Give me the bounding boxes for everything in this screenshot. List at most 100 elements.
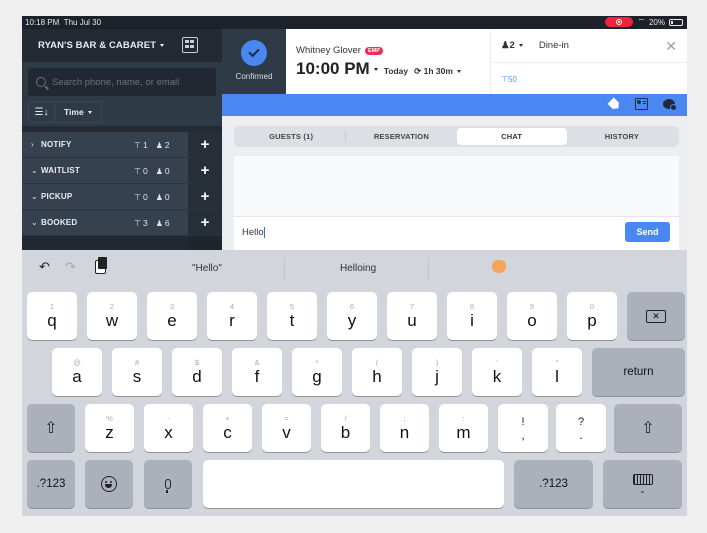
search-icon [36,77,46,87]
person-icon: ♟ [155,192,163,202]
shift-key-left[interactable]: ⇧ [27,404,75,452]
shift-icon: ⇧ [641,420,655,437]
key-c[interactable]: + c [203,404,252,452]
key-a[interactable]: @ a [52,348,102,396]
key-f[interactable]: & f [232,348,282,396]
shift-icon: ⇧ [44,420,58,437]
key-z[interactable]: % z [85,404,134,452]
space-key[interactable] [203,460,504,508]
key-k[interactable]: ' k [472,348,522,396]
suggestion-bar: ↶ ↷ "Hello" Helloing [22,250,687,288]
emp-badge: EMP [364,46,383,55]
key-h[interactable]: (h [352,348,402,396]
sort-field-dropdown[interactable]: Time [55,102,101,122]
sort-order-button[interactable]: ☰↓ [29,102,55,122]
key-j[interactable]: ) j [412,348,462,396]
ipad-screen: 10:18 PM Thu Jul 30 ⌔ 20% RYAN'S BAR & C… [22,16,687,516]
chat-messages [234,156,679,216]
table-assignment[interactable]: ⊤50 [491,63,687,84]
undo-icon[interactable]: ↶ [39,259,50,275]
table-icon: ⊤ [134,140,141,150]
venue-selector[interactable]: RYAN'S BAR & CABARET [38,40,165,51]
suggestion-2[interactable]: Helloing [340,263,376,274]
add-pickup-button[interactable]: + [188,184,222,209]
close-icon[interactable]: ✕ [665,38,677,55]
duration-selector[interactable]: ⟳ 1h 30m [414,66,461,77]
hide-keyboard-key[interactable]: ⌄ [603,460,682,508]
emoji-key[interactable] [85,460,133,508]
key-p[interactable]: 0p [567,292,617,340]
key-punct-0[interactable]: !, [498,404,548,452]
shift-key-right[interactable]: ⇧ [614,404,682,452]
key-punct-1[interactable]: ?. [556,404,606,452]
reservation-time[interactable]: 10:00 PM [296,59,378,79]
microphone-icon [165,479,171,493]
key-o[interactable]: 9o [507,292,557,340]
add-notify-button[interactable]: + [188,132,222,157]
key-x[interactable]: -x [144,404,193,452]
table-count: ⊤ 0 [134,165,148,176]
tab-guests[interactable]: GUESTS (1) [236,128,347,145]
text-cursor [263,227,265,238]
tag-icon[interactable] [607,97,621,111]
waving-hand-emoji-suggestion[interactable] [492,260,506,273]
person-icon: ♟ [155,166,163,176]
backspace-key[interactable]: ✕ [627,292,685,340]
key-s[interactable]: # s [112,348,162,396]
numbers-key-left[interactable]: .?123 [27,460,75,508]
tab-chat[interactable]: CHAT [456,128,567,145]
key-w[interactable]: 2w [87,292,137,340]
tab-history[interactable]: HISTORY [567,128,677,145]
key-m[interactable]: :m [439,404,488,452]
person-icon: ♟ [155,140,163,150]
dictation-key[interactable] [144,460,192,508]
caret-down-icon [456,70,461,74]
key-d[interactable]: $ d [172,348,222,396]
numbers-key-right[interactable]: .?123 [514,460,593,508]
key-v[interactable]: = v [262,404,311,452]
status-toggle[interactable]: Confirmed [222,29,286,94]
chevron-down-icon: ⌄ [639,485,646,495]
service-type[interactable]: Dine-in [539,40,569,51]
key-i[interactable]: 8i [447,292,497,340]
key-q[interactable]: 1q [27,292,77,340]
key-y[interactable]: 6y [327,292,377,340]
send-button[interactable]: Send [625,222,670,242]
key-g[interactable]: * g [292,348,342,396]
section-label: WAITLIST [41,166,80,175]
add-waitlist-button[interactable]: + [188,158,222,183]
return-key[interactable]: return [592,348,685,396]
on-screen-keyboard: ↶ ↷ "Hello" Helloing 1q2w3e4r5t6y7u8i9o0… [22,250,687,516]
chat-bubble-icon[interactable] [663,99,677,111]
search-input[interactable]: Search phone, name, or email [28,68,216,96]
key-n[interactable]: ; n [380,404,429,452]
party-size-selector[interactable]: ♟2 [501,40,523,51]
check-icon [241,40,267,66]
guest-count: ♟ 0 [155,165,170,176]
key-t[interactable]: 5t [267,292,317,340]
reservation-day[interactable]: Today [384,66,408,76]
sidebar-section-notify[interactable]: › NOTIFY ⊤ 1 ♟ 2 + [22,132,222,158]
sidebar-section-pickup[interactable]: ⌄ PICKUP ⊤ 0 ♟ 0 + [22,184,222,210]
key-u[interactable]: 7u [387,292,437,340]
key-r[interactable]: 4r [207,292,257,340]
section-label: NOTIFY [41,140,72,149]
chat-input[interactable]: Hello [242,227,265,238]
add-booked-button[interactable]: + [188,210,222,235]
guest-profile-icon[interactable] [635,98,648,110]
sidebar-section-booked[interactable]: ⌄ BOOKED ⊤ 3 ♟ 6 + [22,210,222,236]
sidebar-section-waitlist[interactable]: ⌄ WAITLIST ⊤ 0 ♟ 0 + [22,158,222,184]
paste-icon[interactable] [95,257,107,274]
guest-name[interactable]: Whitney Glover EMP [296,45,383,56]
tab-reservation[interactable]: RESERVATION [346,128,456,145]
key-b[interactable]: / b [321,404,370,452]
screen-recording-indicator[interactable] [605,17,634,27]
suggestion-1[interactable]: "Hello" [192,263,222,274]
key-e[interactable]: 3e [147,292,197,340]
floorplan-icon[interactable] [182,37,198,53]
key-l[interactable]: " l [532,348,582,396]
caret-down-icon [518,43,523,47]
table-icon: ⊤ [134,166,141,176]
redo-icon[interactable]: ↷ [65,259,76,275]
emoji-icon [101,476,117,492]
